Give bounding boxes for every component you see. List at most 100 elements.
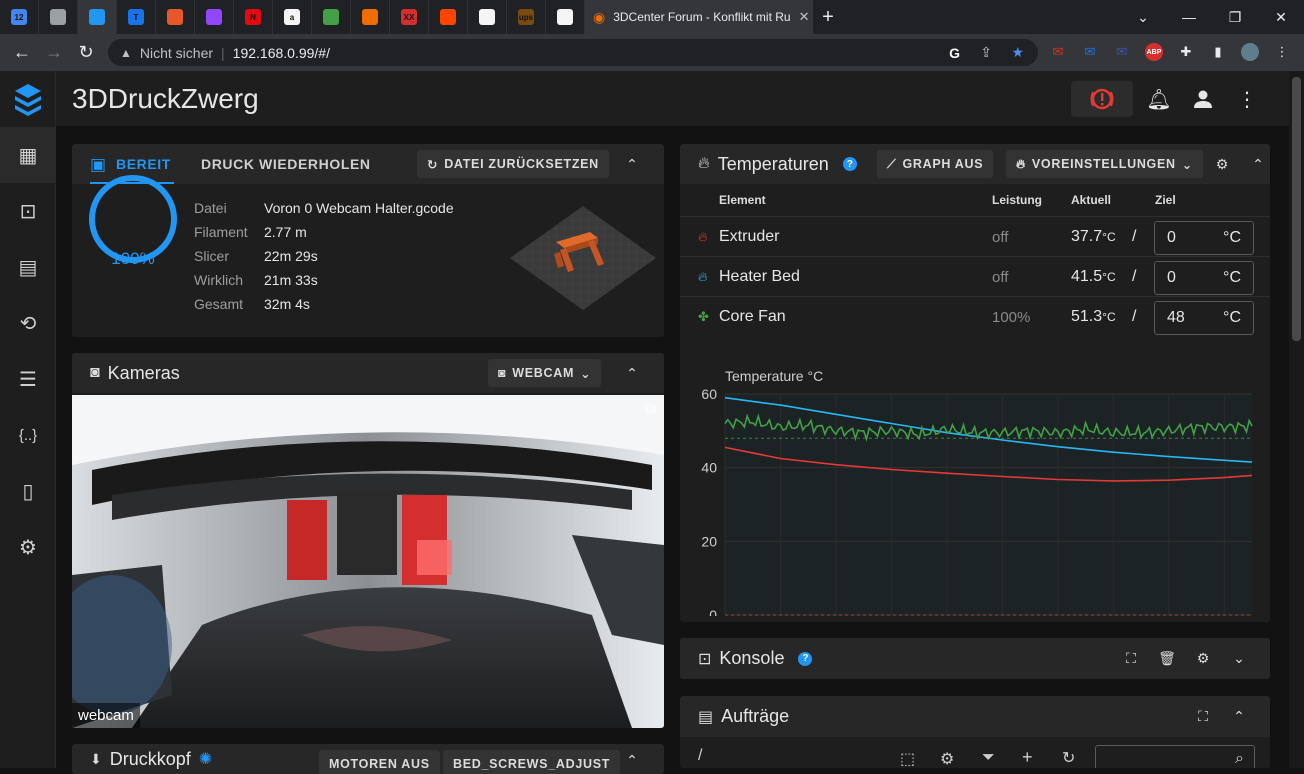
collapse-icon[interactable]: ⌃ bbox=[1229, 706, 1249, 726]
sidebar: ▦ ⊡ ▤ ⟲ ☰ {..} ▯ ⚙ bbox=[0, 71, 56, 768]
mail-icon[interactable]: ✉ bbox=[1081, 43, 1099, 61]
browser-tab[interactable] bbox=[156, 0, 195, 34]
back-icon[interactable]: ← bbox=[6, 42, 38, 63]
files-icon[interactable]: ▤ bbox=[0, 239, 56, 295]
target-input[interactable]: 48 °C bbox=[1154, 301, 1254, 335]
heater-name[interactable]: Core Fan bbox=[719, 297, 786, 337]
gmail-icon[interactable]: ✉ bbox=[1049, 43, 1067, 61]
share-icon[interactable]: ⇪ bbox=[980, 44, 992, 61]
print-preview-thumbnail[interactable] bbox=[508, 204, 658, 312]
fire-icon: 🔥︎ bbox=[698, 229, 708, 244]
bell-icon[interactable]: 🔔︎ bbox=[1146, 81, 1172, 117]
fullscreen-icon[interactable]: ⛶ bbox=[1121, 648, 1141, 668]
settings-cog-icon[interactable]: ⚙ bbox=[940, 749, 954, 768]
motors-off-button[interactable]: MOTOREN AUS bbox=[319, 750, 440, 774]
browser-tab-active[interactable]: ◉ 3DCenter Forum - Konflikt mit Ru ✕ bbox=[585, 0, 813, 34]
dashboard-icon[interactable]: ▦ bbox=[0, 127, 56, 183]
upload-icon[interactable]: ⬚ bbox=[900, 749, 915, 768]
fullscreen-icon[interactable]: ⛶ bbox=[1193, 706, 1213, 726]
browser-tab[interactable]: T bbox=[117, 0, 156, 34]
collapse-icon[interactable]: ⌃ bbox=[622, 154, 642, 174]
close-window-icon[interactable]: ✕ bbox=[1258, 0, 1304, 34]
browser-tab[interactable] bbox=[78, 0, 117, 34]
browser-tab[interactable]: XX bbox=[390, 0, 429, 34]
temp-table-header-row: Element Leistung Aktuell Ziel bbox=[680, 184, 1270, 216]
extensions-icon[interactable]: ✚ bbox=[1177, 43, 1195, 61]
add-icon[interactable]: + bbox=[1022, 747, 1033, 768]
user-icon[interactable] bbox=[1190, 81, 1216, 117]
collapse-icon[interactable]: ⌃ bbox=[622, 750, 642, 770]
status-key: Filament bbox=[194, 224, 248, 240]
browser-menu-icon[interactable]: ⋮ bbox=[1273, 43, 1291, 61]
mail-2-icon[interactable]: ✉ bbox=[1113, 43, 1131, 61]
collapse-icon[interactable]: ⌃ bbox=[1248, 154, 1268, 174]
browser-tab[interactable] bbox=[468, 0, 507, 34]
tab-search-icon[interactable]: ⌄ bbox=[1120, 0, 1166, 34]
forward-icon[interactable]: → bbox=[38, 42, 70, 63]
new-tab-button[interactable]: + bbox=[813, 6, 843, 29]
browser-tab[interactable] bbox=[351, 0, 390, 34]
help-icon[interactable]: ? bbox=[798, 651, 813, 666]
settings-icon[interactable]: ⚙ bbox=[0, 519, 56, 575]
filter-icon[interactable]: ⏷ bbox=[982, 749, 995, 767]
heater-name[interactable]: Heater Bed bbox=[719, 257, 800, 297]
gear-icon[interactable]: ⚙ bbox=[1193, 648, 1213, 668]
gear-icon[interactable]: ⚙ bbox=[1212, 154, 1232, 174]
printer-name: 3DDruckZwerg bbox=[72, 83, 259, 114]
gear-icon[interactable]: ✺ bbox=[199, 749, 212, 769]
browser-tab[interactable] bbox=[429, 0, 468, 34]
presets-button[interactable]: 🔥︎ VOREINSTELLUNGEN ⌄ bbox=[1006, 150, 1203, 178]
trash-icon[interactable]: 🗑︎ bbox=[1157, 648, 1177, 668]
browser-tab[interactable] bbox=[39, 0, 78, 34]
address-toolbar: ← → ↻ ▲ Nicht sicher | 192.168.0.99/#/ G… bbox=[0, 34, 1304, 71]
tab-ready[interactable]: BEREIT bbox=[116, 156, 171, 172]
adblock-icon[interactable]: ABP bbox=[1145, 43, 1163, 61]
status-info-row: Wirklich 21m 33s bbox=[194, 268, 318, 292]
tune-icon[interactable]: ☰ bbox=[0, 351, 56, 407]
camera-icon: ◙ bbox=[498, 366, 507, 380]
browser-tab[interactable]: N bbox=[234, 0, 273, 34]
reset-file-button[interactable]: ↻ DATEI ZURÜCKSETZEN bbox=[417, 150, 609, 178]
search-input[interactable]: ⌕ bbox=[1095, 745, 1255, 768]
refresh-icon[interactable]: ↻ bbox=[1062, 748, 1075, 768]
address-input[interactable]: ▲ Nicht sicher | 192.168.0.99/#/ G ⇪ ★ bbox=[108, 39, 1038, 66]
collapse-icon[interactable]: ⌃ bbox=[622, 363, 642, 383]
graph-toggle-button[interactable]: ⟋ GRAPH AUS bbox=[877, 150, 994, 178]
help-icon[interactable]: ? bbox=[842, 157, 857, 171]
side-panel-icon[interactable]: ▮ bbox=[1209, 43, 1227, 61]
browser-tab[interactable] bbox=[546, 0, 585, 34]
temperature-chart[interactable]: Temperature °C02040606:406:426:446:466:4… bbox=[680, 354, 1270, 622]
fire-icon: 🔥︎ bbox=[698, 155, 710, 172]
bookmark-star-icon[interactable]: ★ bbox=[1011, 44, 1024, 61]
minimize-icon[interactable]: — bbox=[1166, 0, 1212, 34]
more-menu-icon[interactable]: ⋮ bbox=[1234, 81, 1260, 117]
expand-icon[interactable]: ⌄ bbox=[1229, 648, 1249, 668]
emergency-stop-button[interactable] bbox=[1071, 81, 1133, 117]
macro-icon[interactable]: {..} bbox=[0, 407, 56, 463]
bed-screws-button[interactable]: BED_SCREWS_ADJUST bbox=[443, 750, 621, 774]
browser-tab[interactable] bbox=[312, 0, 351, 34]
heater-name[interactable]: Extruder bbox=[719, 217, 779, 257]
status-key: Slicer bbox=[194, 248, 230, 264]
google-icon[interactable]: G bbox=[949, 45, 960, 61]
browser-tab[interactable]: ups bbox=[507, 0, 546, 34]
target-input[interactable]: 0 °C bbox=[1154, 261, 1254, 295]
webcam-stream[interactable]: ⧉ webcam bbox=[72, 395, 664, 728]
page-scrollbar[interactable] bbox=[1289, 71, 1304, 768]
device-icon[interactable]: ▯ bbox=[0, 463, 56, 519]
maximize-icon[interactable]: ❐ bbox=[1212, 0, 1258, 34]
browser-tab[interactable] bbox=[195, 0, 234, 34]
target-input[interactable]: 0 °C bbox=[1154, 221, 1254, 255]
ups-icon: ups bbox=[518, 9, 534, 25]
tab-reprint[interactable]: DRUCK WIEDERHOLEN bbox=[201, 156, 371, 172]
console-icon[interactable]: ⊡ bbox=[0, 183, 56, 239]
logo-icon[interactable] bbox=[0, 71, 56, 127]
open-external-icon[interactable]: ⧉ bbox=[645, 401, 656, 419]
close-tab-icon[interactable]: ✕ bbox=[799, 9, 810, 25]
history-icon[interactable]: ⟲ bbox=[0, 295, 56, 351]
webcam-select[interactable]: ◙ WEBCAM ⌄ bbox=[488, 359, 602, 387]
profile-avatar[interactable] bbox=[1241, 43, 1259, 61]
browser-tab[interactable]: a bbox=[273, 0, 312, 34]
reload-icon[interactable]: ↻ bbox=[70, 42, 102, 63]
browser-tab[interactable]: 12 bbox=[0, 0, 39, 34]
